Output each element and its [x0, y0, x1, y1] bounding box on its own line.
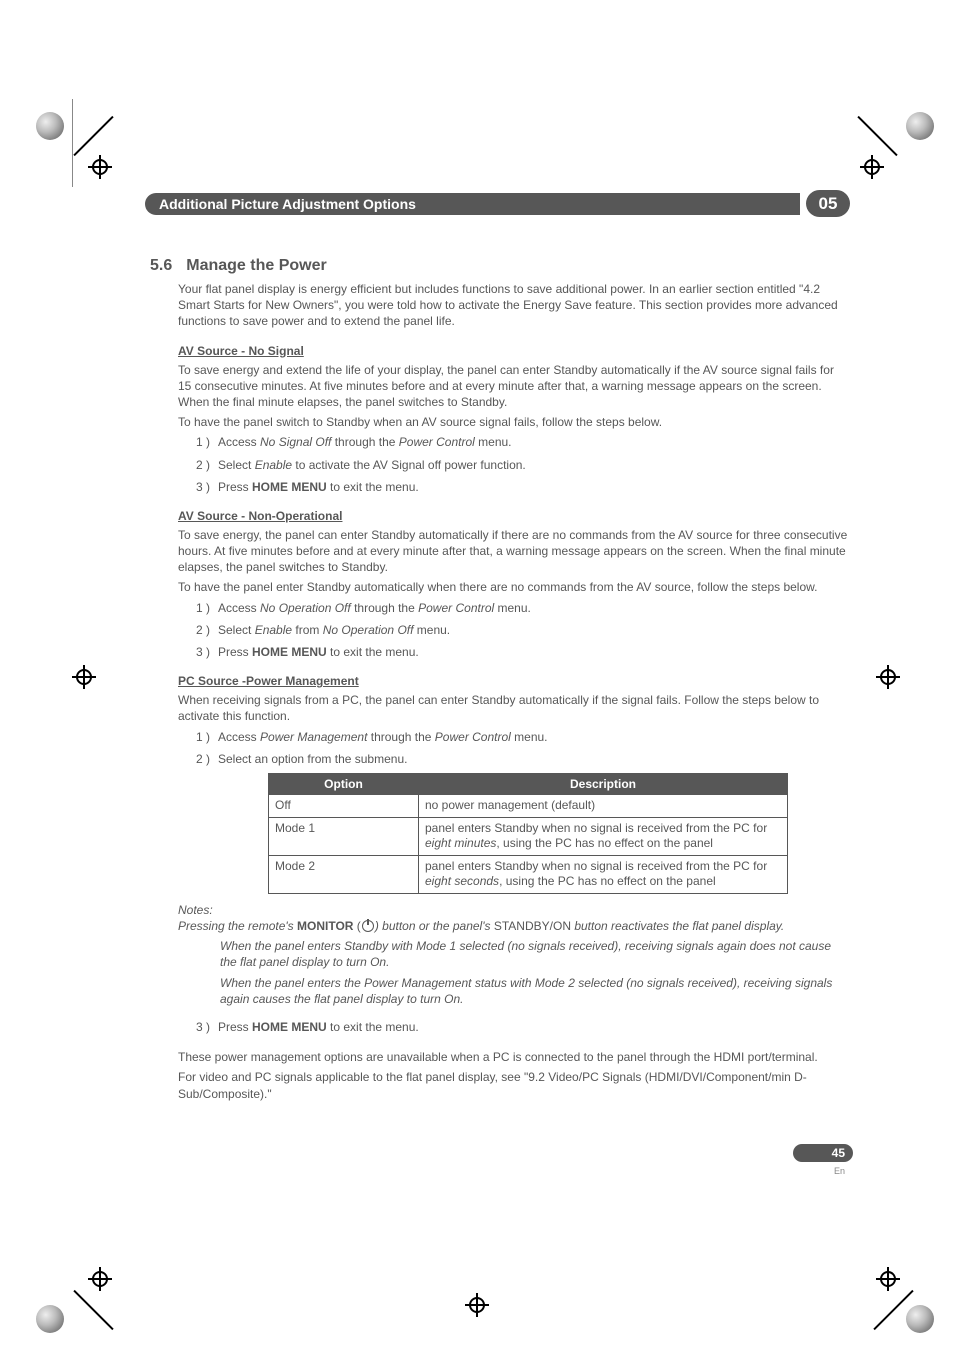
av-nonop-steps: 1 )Access No Operation Off through the P…	[196, 600, 850, 661]
pc-pm-steps: 1 )Access Power Management through the P…	[196, 729, 850, 767]
cell-description: panel enters Standby when no signal is r…	[419, 817, 788, 855]
page-number: 45	[793, 1144, 853, 1162]
footer-p2: For video and PC signals applicable to t…	[178, 1069, 850, 1101]
section-number: 5.6	[150, 257, 172, 274]
print-mark-circle	[906, 1305, 934, 1333]
step-3: 3 )Press HOME MENU to exit the menu.	[196, 644, 850, 660]
print-mark-circle	[36, 112, 64, 140]
print-mark-crosshair	[72, 665, 96, 689]
notes-block: Notes:Pressing the remote's MONITOR () b…	[178, 902, 850, 934]
step-3: 3 )Press HOME MENU to exit the menu.	[196, 1019, 850, 1035]
cell-description: no power management (default)	[419, 794, 788, 817]
section-name: Manage the Power	[186, 257, 326, 274]
pc-pm-p1: When receiving signals from a PC, the pa…	[178, 692, 850, 724]
pc-pm-step3: 3 )Press HOME MENU to exit the menu.	[196, 1019, 850, 1035]
print-mark-crosshair	[88, 155, 112, 179]
subhead-pc-pm: PC Source -Power Management	[178, 674, 850, 688]
subhead-av-nosignal: AV Source - No Signal	[178, 344, 850, 358]
chapter-number: 05	[806, 190, 850, 217]
chapter-title: Additional Picture Adjustment Options	[145, 193, 800, 215]
section-title: 5.6 Manage the Power	[150, 257, 850, 275]
notes-line-2: When the panel enters Standby with Mode …	[220, 938, 850, 970]
intro-paragraph: Your flat panel display is energy effici…	[178, 281, 850, 330]
subhead-av-nonop: AV Source - Non-Operational	[178, 509, 850, 523]
chapter-header: Additional Picture Adjustment Options 05	[145, 190, 850, 217]
av-nosignal-p1: To save energy and extend the life of yo…	[178, 362, 850, 411]
th-option: Option	[269, 773, 419, 794]
cell-option: Off	[269, 794, 419, 817]
notes-label: Notes:	[178, 902, 220, 918]
av-nonop-p2: To have the panel enter Standby automati…	[178, 579, 850, 595]
print-mark-crosshair	[88, 1267, 112, 1291]
av-nosignal-steps: 1 )Access No Signal Off through the Powe…	[196, 434, 850, 495]
cell-option: Mode 2	[269, 855, 419, 893]
print-mark-crosshair	[860, 155, 884, 179]
step-2: 2 )Select Enable to activate the AV Sign…	[196, 457, 850, 473]
print-mark-crosshair	[876, 665, 900, 689]
notes-line-1: Pressing the remote's MONITOR () button …	[178, 918, 828, 934]
power-icon	[362, 920, 374, 932]
options-table: Option Description Off no power manageme…	[268, 773, 788, 894]
table-row: Mode 1 panel enters Standby when no sign…	[269, 817, 788, 855]
print-mark-circle	[906, 112, 934, 140]
step-2: 2 )Select an option from the submenu.	[196, 751, 850, 767]
av-nosignal-p2: To have the panel switch to Standby when…	[178, 414, 850, 430]
print-mark-crosshair	[465, 1293, 489, 1317]
print-mark-crosshair	[876, 1267, 900, 1291]
cell-description: panel enters Standby when no signal is r…	[419, 855, 788, 893]
step-2: 2 )Select Enable from No Operation Off m…	[196, 622, 850, 638]
table-row: Off no power management (default)	[269, 794, 788, 817]
step-1: 1 )Access Power Management through the P…	[196, 729, 850, 745]
step-1: 1 )Access No Operation Off through the P…	[196, 600, 850, 616]
page-language: En	[834, 1166, 845, 1176]
table-header-row: Option Description	[269, 773, 788, 794]
table-row: Mode 2 panel enters Standby when no sign…	[269, 855, 788, 893]
footer-p1: These power management options are unava…	[178, 1049, 850, 1065]
print-mark-circle	[36, 1305, 64, 1333]
cell-option: Mode 1	[269, 817, 419, 855]
step-1: 1 )Access No Signal Off through the Powe…	[196, 434, 850, 450]
step-3: 3 )Press HOME MENU to exit the menu.	[196, 479, 850, 495]
notes-line-3: When the panel enters the Power Manageme…	[220, 975, 850, 1007]
th-description: Description	[419, 773, 788, 794]
av-nonop-p1: To save energy, the panel can enter Stan…	[178, 527, 850, 576]
